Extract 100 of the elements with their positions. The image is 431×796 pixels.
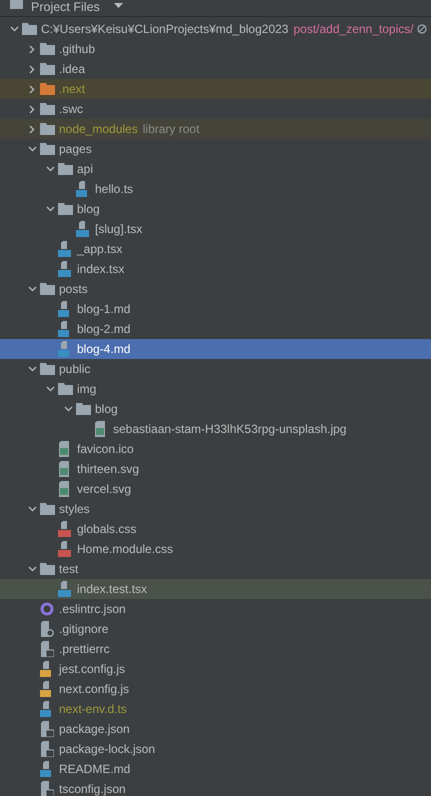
- tree-row[interactable]: package-lock.json: [0, 739, 431, 759]
- collapse-chevron-icon[interactable]: [29, 124, 35, 134]
- expand-chevron-icon[interactable]: [46, 386, 54, 392]
- tree-row[interactable]: .swc: [0, 99, 431, 119]
- expand-chevron-icon[interactable]: [46, 206, 54, 212]
- tree-row[interactable]: globals.css: [0, 519, 431, 539]
- file-name: .prettierrc: [59, 642, 110, 656]
- tree-row[interactable]: jest.config.js: [0, 659, 431, 679]
- tree-row[interactable]: _app.tsx: [0, 239, 431, 259]
- file-name: .eslintrc.json: [59, 602, 126, 616]
- tree-row[interactable]: styles: [0, 499, 431, 519]
- selected-tree-row[interactable]: blog-4.md: [0, 339, 431, 359]
- tree-row[interactable]: blog-2.md: [0, 319, 431, 339]
- tree-row[interactable]: index.tsx: [0, 259, 431, 279]
- tree-row[interactable]: test: [0, 559, 431, 579]
- folder-name: .next: [59, 82, 86, 96]
- tree-row[interactable]: posts: [0, 279, 431, 299]
- tree-row[interactable]: C:¥Users¥Keisu¥CLionProjects¥md_blog2023 post/add_zenn_topics/: [0, 19, 431, 39]
- tree-row[interactable]: tsconfig.json: [0, 779, 431, 796]
- tsx-file-icon: [58, 581, 74, 597]
- file-name: package-lock.json: [59, 742, 156, 756]
- folder-name: .swc: [59, 102, 83, 116]
- expand-chevron-icon[interactable]: [64, 406, 72, 412]
- tsx-file-icon: [58, 261, 74, 277]
- tree-row[interactable]: .github: [0, 39, 431, 59]
- folder-name: .idea: [59, 62, 86, 76]
- file-name: README.md: [59, 762, 130, 776]
- tree-row[interactable]: blog: [0, 399, 431, 419]
- tree-row[interactable]: .prettierrc: [0, 639, 431, 659]
- folder-icon: [40, 503, 55, 515]
- folder-name: node_modules: [59, 122, 138, 136]
- expand-chevron-icon[interactable]: [28, 506, 36, 512]
- image-file-icon: [58, 461, 70, 477]
- tree-row[interactable]: README.md: [0, 759, 431, 779]
- tree-row[interactable]: Home.module.css: [0, 539, 431, 559]
- tree-row[interactable]: vercel.svg: [0, 479, 431, 499]
- file-name: .gitignore: [59, 622, 108, 636]
- ignore-file-icon: [40, 621, 54, 637]
- tree-row[interactable]: pages: [0, 139, 431, 159]
- tree-row[interactable]: blog: [0, 199, 431, 219]
- folder-name: .github: [59, 42, 96, 56]
- collapse-chevron-icon[interactable]: [29, 44, 35, 54]
- css-file-icon: [58, 521, 74, 537]
- tree-row[interactable]: index.test.tsx: [0, 579, 431, 599]
- expand-chevron-icon[interactable]: [28, 146, 36, 152]
- folder-icon: [58, 203, 73, 215]
- collapse-chevron-icon[interactable]: [29, 64, 35, 74]
- tree-row[interactable]: favicon.ico: [0, 439, 431, 459]
- folder-name: blog: [77, 202, 100, 216]
- file-name: index.test.tsx: [77, 582, 148, 596]
- file-name: next.config.js: [59, 682, 130, 696]
- tree-row[interactable]: hello.ts: [0, 179, 431, 199]
- tree-row[interactable]: node_modules library root: [0, 119, 431, 139]
- expand-chevron-icon[interactable]: [28, 366, 36, 372]
- tree-row[interactable]: next-env.d.ts: [0, 699, 431, 719]
- file-name: package.json: [59, 722, 130, 736]
- expand-chevron-icon[interactable]: [28, 286, 36, 292]
- file-name: vercel.svg: [77, 482, 132, 496]
- expand-chevron-icon[interactable]: [46, 166, 54, 172]
- tree-row[interactable]: .eslintrc.json: [0, 599, 431, 619]
- file-name: blog-1.md: [77, 302, 130, 316]
- tree-row[interactable]: thirteen.svg: [0, 459, 431, 479]
- tree-row[interactable]: .idea: [0, 59, 431, 79]
- collapse-chevron-icon[interactable]: [29, 104, 35, 114]
- folder-icon: [58, 163, 73, 175]
- config-file-icon: [40, 721, 54, 737]
- folder-icon: [76, 403, 91, 415]
- tree-row[interactable]: blog-1.md: [0, 299, 431, 319]
- collapse-chevron-icon[interactable]: [29, 84, 35, 94]
- tree-row[interactable]: package.json: [0, 719, 431, 739]
- file-name: jest.config.js: [59, 662, 126, 676]
- tree-row[interactable]: .next: [0, 79, 431, 99]
- folder-icon: [22, 23, 37, 35]
- config-file-icon: [40, 741, 54, 757]
- config-file-icon: [40, 781, 54, 796]
- expand-chevron-icon[interactable]: [10, 26, 18, 32]
- tree-row[interactable]: api: [0, 159, 431, 179]
- ring-icon: [40, 602, 54, 616]
- folder-icon: [40, 123, 55, 135]
- file-name: tsconfig.json: [59, 782, 126, 796]
- tree-row[interactable]: next.config.js: [0, 679, 431, 699]
- folder-name: img: [77, 382, 96, 396]
- folder-name: posts: [59, 282, 88, 296]
- expand-chevron-icon[interactable]: [28, 566, 36, 572]
- tsx-file-icon: [58, 241, 74, 257]
- folder-icon: [40, 283, 55, 295]
- folder-icon: [40, 363, 55, 375]
- tree-row[interactable]: public: [0, 359, 431, 379]
- dropdown-caret-icon[interactable]: [114, 3, 123, 9]
- folder-icon: [40, 63, 55, 75]
- file-name: index.tsx: [77, 262, 124, 276]
- tree-row[interactable]: sebastiaan-stam-H33lhK53rpg-unsplash.jpg: [0, 419, 431, 439]
- library-label: library root: [142, 122, 200, 136]
- folder-name: pages: [59, 142, 92, 156]
- tree-row[interactable]: .gitignore: [0, 619, 431, 639]
- tree-row[interactable]: img: [0, 379, 431, 399]
- folder-icon: [40, 563, 55, 575]
- file-name: _app.tsx: [77, 242, 122, 256]
- config-file-icon: [40, 641, 54, 657]
- tree-row[interactable]: [slug].tsx: [0, 219, 431, 239]
